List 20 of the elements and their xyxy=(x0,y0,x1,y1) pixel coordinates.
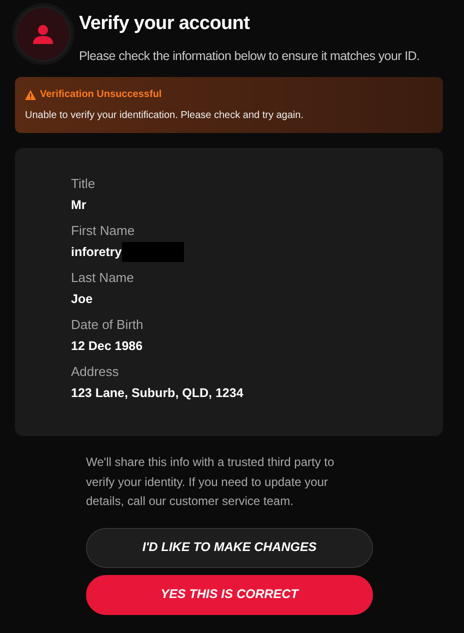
field-value: 123 Lane, Suburb, QLD, 1234 xyxy=(71,385,244,402)
field-value: Mr xyxy=(71,197,86,214)
changes-button[interactable]: I'D LIKE TO MAKE CHANGES xyxy=(86,528,373,568)
page-title: Verify your account xyxy=(79,12,251,36)
avatar-icon xyxy=(15,6,71,62)
field-label: Date of Birth xyxy=(71,317,144,334)
field-label: First Name xyxy=(71,223,136,240)
field-label: Title xyxy=(71,176,96,192)
info-note: We'll share this info with a trusted third party to verify your identity. If you need to update your details, call our customer service team. xyxy=(86,454,336,510)
alert-message: Unable to verify your identification. Please check and try again. xyxy=(25,109,304,124)
page-subtitle: Please check the information below to ensure it matches your ID. xyxy=(79,48,420,65)
field-label: Address xyxy=(71,364,120,380)
field-value: inforetry xyxy=(71,244,122,260)
alert-title: Verification Unsuccessful xyxy=(40,88,162,102)
field-value: Joe xyxy=(71,291,93,308)
redaction-bar xyxy=(122,242,184,262)
field-value: 12 Dec 1986 xyxy=(71,338,143,354)
warning-icon xyxy=(25,90,36,100)
confirm-button[interactable]: YES THIS IS CORRECT xyxy=(86,574,373,615)
field-label: Last Name xyxy=(71,270,135,286)
